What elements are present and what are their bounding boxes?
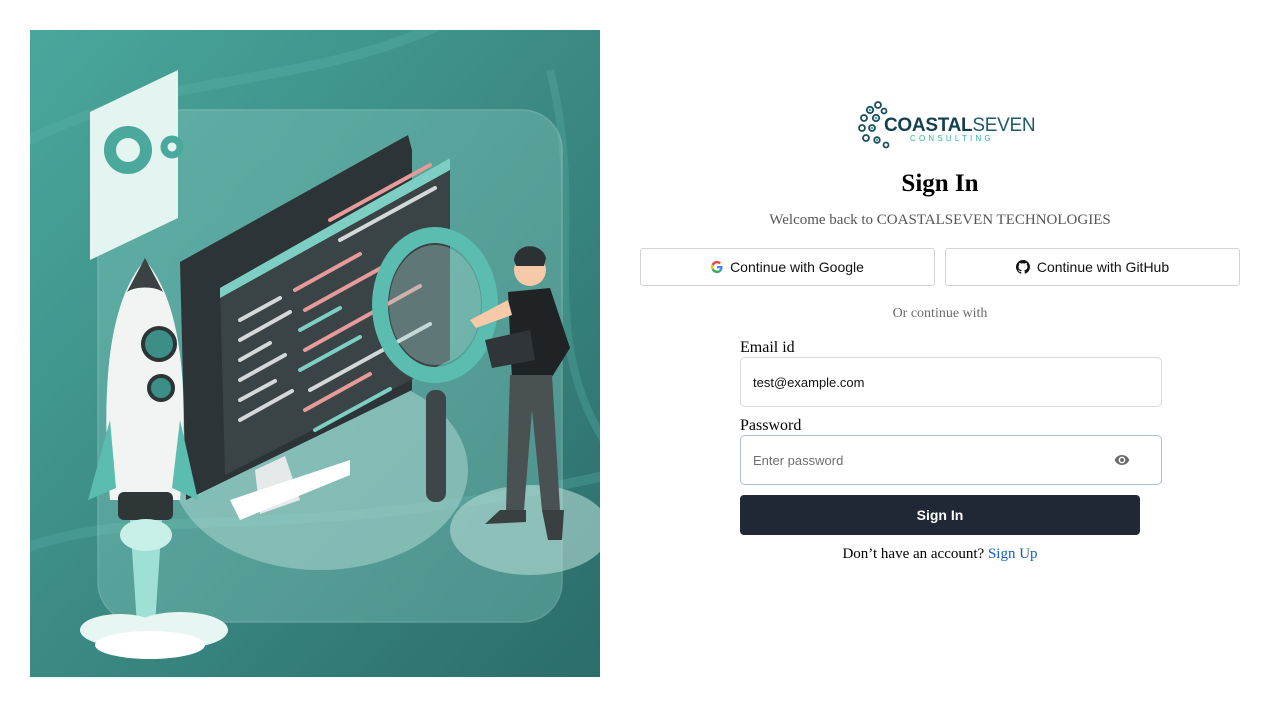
password-field-wrapper [740, 435, 1162, 485]
page-title: Sign In [901, 170, 979, 197]
brand-logo: COASTALSEVEN CONSULTING [858, 98, 1036, 150]
eye-icon[interactable] [1114, 452, 1130, 468]
password-label: Password [740, 417, 802, 434]
brand-tagline: CONSULTING [910, 134, 994, 143]
brand-name-bold: COASTAL [884, 115, 973, 136]
github-button-label: Continue with GitHub [1036, 259, 1170, 275]
hero-illustration [30, 30, 600, 677]
google-g-icon [711, 261, 723, 273]
sign-up-link[interactable]: Sign Up [988, 546, 1038, 562]
email-label: Email id [740, 339, 795, 356]
email-input[interactable] [753, 374, 1149, 390]
google-button-label: Continue with Google [730, 259, 864, 275]
brand-name-light: SEVEN [972, 115, 1036, 136]
signup-prompt-text: Don’t have an account? [842, 546, 985, 562]
github-icon [1015, 260, 1030, 274]
email-field-wrapper [740, 357, 1162, 407]
sign-in-button[interactable]: Sign In [740, 495, 1140, 535]
divider-label: Or continue with [892, 306, 988, 321]
page-subtitle: Welcome back to COASTALSEVEN TECHNOLOGIE… [769, 212, 1111, 228]
google-signin-button[interactable]: Continue with Google [640, 248, 935, 286]
signup-prompt: Don’t have an account? Sign Up [640, 546, 1240, 563]
github-signin-button[interactable]: Continue with GitHub [945, 248, 1240, 286]
password-input[interactable] [753, 452, 1149, 468]
